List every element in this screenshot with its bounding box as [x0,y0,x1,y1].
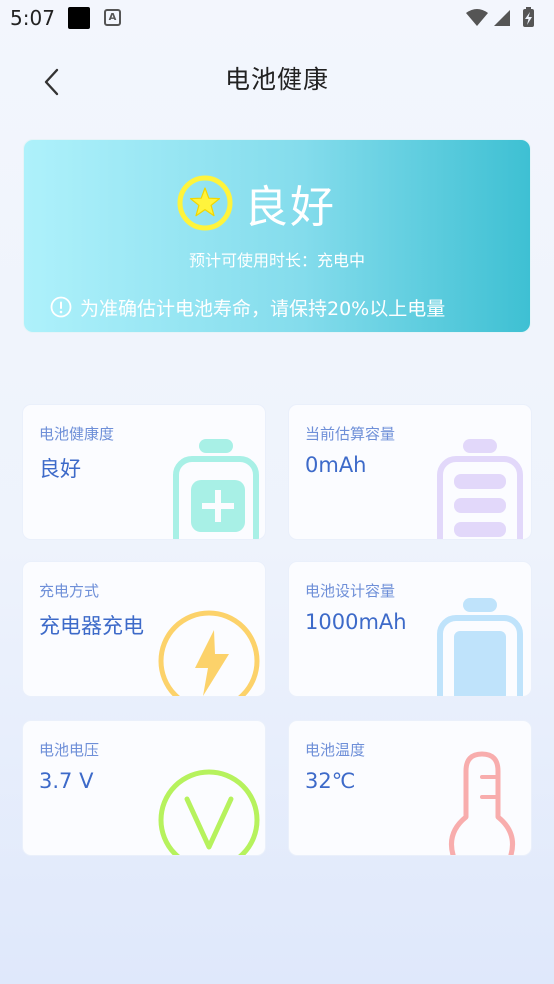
card-value: 良好 [39,457,81,481]
card-voltage[interactable]: 电池电压 3.7 V [22,720,266,856]
star-badge-icon [177,175,233,231]
health-status: 良好 [176,172,336,234]
card-label: 电池健康度 [39,425,115,443]
battery-level-icon [437,439,523,539]
card-value: 0mAh [305,453,367,477]
card-charge-method[interactable]: 充电方式 充电器充电 [22,561,266,697]
card-value: 充电器充电 [39,614,144,638]
status-bar: 5:07 A [0,0,554,36]
info-icon [50,296,72,318]
card-label: 电池电压 [39,741,100,759]
voltage-icon [158,769,260,855]
battery-tip-text: 为准确估计电池寿命，请保持20%以上电量 [80,297,446,320]
wifi-icon [466,9,488,26]
estimated-usage-time: 预计可使用时长：充电中 [188,251,365,270]
card-value: 1000mAh [305,610,407,634]
app-notification-icon: A [104,9,121,26]
status-time: 5:07 [10,6,55,30]
notification-icon [68,7,90,29]
health-status-text: 良好 [244,182,336,233]
battery-tip: 为准确估计电池寿命，请保持20%以上电量 [50,294,445,320]
system-status-icons [466,7,534,27]
battery-health-summary-card: 良好 预计可使用时长：充电中 为准确估计电池寿命，请保持20%以上电量 [23,139,531,333]
lightning-icon [158,610,260,696]
card-design-capacity[interactable]: 电池设计容量 1000mAh [288,561,532,697]
card-label: 充电方式 [39,582,100,600]
card-value: 32℃ [305,769,356,793]
battery-full-icon [437,598,523,696]
signal-icon [494,10,510,26]
card-value: 3.7 V [39,769,94,793]
card-label: 当前估算容量 [305,425,396,443]
card-battery-health[interactable]: 电池健康度 良好 [22,404,266,540]
card-label: 电池温度 [305,741,366,759]
card-label: 电池设计容量 [305,582,396,600]
thermometer-icon [449,751,515,855]
page-title: 电池健康 [224,65,329,94]
card-temperature[interactable]: 电池温度 32℃ [288,720,532,856]
battery-plus-icon [173,439,259,539]
card-current-capacity[interactable]: 当前估算容量 0mAh [288,404,532,540]
